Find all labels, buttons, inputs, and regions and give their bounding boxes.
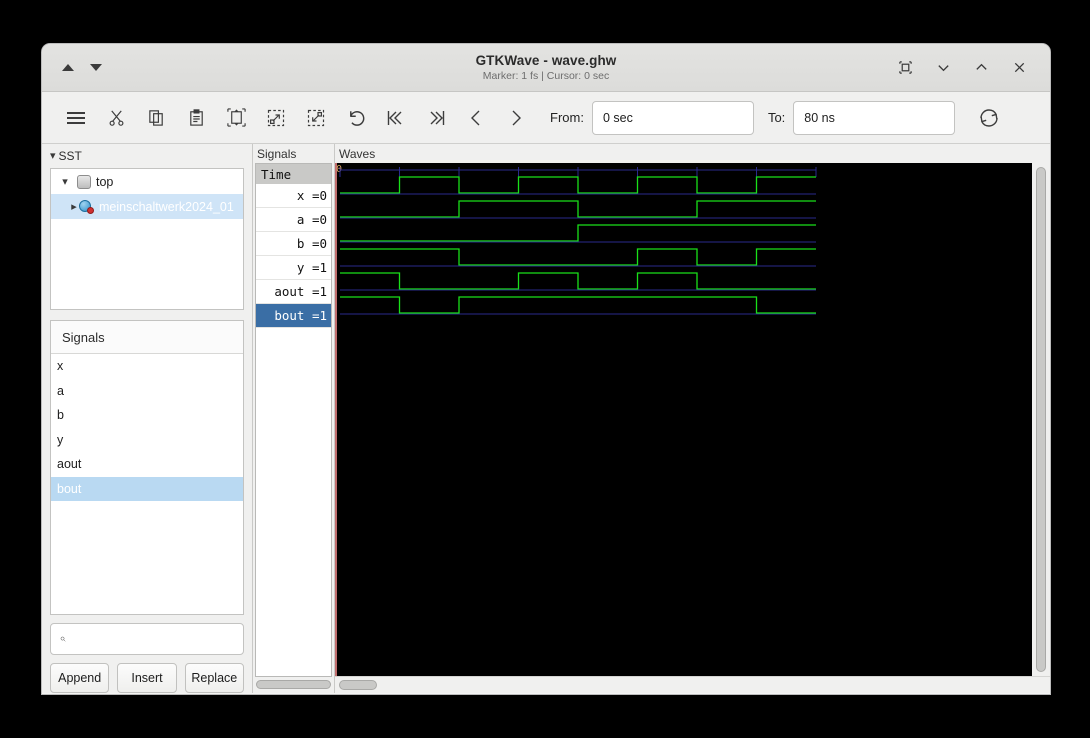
signal-list-header: Signals [51,321,243,354]
signal-value-row-aout[interactable]: aout =1 [256,280,331,304]
signal-name: bout [57,482,81,496]
waves-panel: Waves 0 [334,144,1050,693]
sst-tree-panel[interactable]: ▾ top ▸ meinschaltwerk2024_01 [50,168,244,310]
waveform-trace-y [340,249,816,265]
next-edge-icon[interactable] [496,100,536,136]
waves-body: 0 [335,163,1050,676]
reload-icon[interactable] [969,100,1009,136]
waveform-trace-bout [340,297,816,313]
signal-values-header: Signals [253,144,334,163]
to-label: To: [768,110,785,125]
restore-window-icon[interactable] [894,57,916,79]
list-item-selected[interactable]: bout [51,477,243,502]
from-label: From: [550,110,584,125]
list-item[interactable]: aout [51,452,243,477]
hamburger-menu-icon[interactable] [56,100,96,136]
tree-node-label: meinschaltwerk2024_01 [99,200,234,214]
list-item[interactable]: y [51,428,243,453]
signal-values-panel: Signals Time x =0 a =0 b =0 y =1 aout =1… [252,144,334,693]
scrollbar-thumb[interactable] [1036,167,1046,672]
insert-button[interactable]: Insert [117,663,176,693]
signal-name: y [57,433,63,447]
signal-name: aout [57,457,81,471]
tree-node-label: top [96,175,113,189]
go-to-start-icon[interactable] [376,100,416,136]
left-panel: ▾ SST ▾ top ▸ meinschaltwerk2024_01 Sign… [42,144,252,693]
paste-icon[interactable] [176,100,216,136]
signal-list-panel: Signals x a b y aout bout [50,320,244,615]
gtkwave-window: GTKWave - wave.ghw Marker: 1 fs | Cursor… [42,44,1050,694]
close-window-icon[interactable] [1008,57,1030,79]
chevron-right-icon[interactable]: ▸ [58,200,74,213]
waves-hscrollbar[interactable] [335,676,1050,693]
chevron-down-icon[interactable]: ▾ [58,175,72,188]
from-input[interactable]: 0 sec [592,101,754,135]
signal-value-row-a[interactable]: a =0 [256,208,331,232]
search-box[interactable] [50,623,244,655]
waveform-traces [335,163,1025,663]
waveform-trace-aout [340,273,816,289]
main-toolbar: From: 0 sec To: 80 ns [42,92,1050,144]
maximize-window-icon[interactable] [970,57,992,79]
window-subtitle: Marker: 1 fs | Cursor: 0 sec [483,70,609,82]
sst-header-label: SST [59,149,82,163]
window-controls [894,57,1050,79]
database-icon [77,175,91,189]
signal-action-buttons: Append Insert Replace [50,663,244,693]
signal-name: x [57,359,63,373]
list-item[interactable]: x [51,354,243,379]
title-bar-nav [42,64,242,71]
main-body: ▾ SST ▾ top ▸ meinschaltwerk2024_01 Sign… [42,144,1050,693]
list-item[interactable]: a [51,379,243,404]
tree-node-meinschaltwerk[interactable]: ▸ meinschaltwerk2024_01 [51,194,243,219]
copy-icon[interactable] [136,100,176,136]
module-icon [79,199,94,214]
zoom-out-icon[interactable] [296,100,336,136]
go-to-end-icon[interactable] [416,100,456,136]
triangle-down-icon[interactable] [90,64,102,71]
signal-value-row-bout[interactable]: bout =1 [256,304,331,328]
signal-name: b [57,408,64,422]
append-button[interactable]: Append [50,663,109,693]
signal-name: a [57,384,64,398]
waves-header: Waves [335,144,1050,163]
to-input[interactable]: 80 ns [793,101,955,135]
previous-edge-icon[interactable] [456,100,496,136]
cut-icon[interactable] [96,100,136,136]
signal-values-frame[interactable]: Time x =0 a =0 b =0 y =1 aout =1 bout =1 [255,163,332,677]
zoom-in-icon[interactable] [256,100,296,136]
title-bar: GTKWave - wave.ghw Marker: 1 fs | Cursor… [42,44,1050,92]
signal-value-row-b[interactable]: b =0 [256,232,331,256]
signal-value-row-y[interactable]: y =1 [256,256,331,280]
signal-list[interactable]: x a b y aout bout [51,354,243,614]
chevron-down-icon: ▾ [50,151,56,162]
waveform-trace-x [340,177,816,193]
waveform-trace-b [340,225,816,241]
sst-header[interactable]: ▾ SST [42,144,252,168]
signal-values-hscrollbar[interactable] [253,677,334,693]
window-title: GTKWave - wave.ghw [476,53,617,68]
replace-button[interactable]: Replace [185,663,244,693]
search-icon [60,632,66,646]
triangle-up-icon[interactable] [62,64,74,71]
time-column-header: Time [256,164,331,184]
waves-vscrollbar[interactable] [1032,163,1050,676]
minimize-window-icon[interactable] [932,57,954,79]
zoom-fit-icon[interactable] [216,100,256,136]
signal-value-row-x[interactable]: x =0 [256,184,331,208]
waveform-trace-a [340,201,816,217]
scrollbar-thumb[interactable] [256,680,331,689]
list-item[interactable]: b [51,403,243,428]
tree-node-top[interactable]: ▾ top [51,169,243,194]
search-input[interactable] [73,632,234,646]
scrollbar-thumb[interactable] [339,680,377,690]
waveform-canvas[interactable]: 0 [335,163,1032,676]
undo-zoom-icon[interactable] [336,100,376,136]
